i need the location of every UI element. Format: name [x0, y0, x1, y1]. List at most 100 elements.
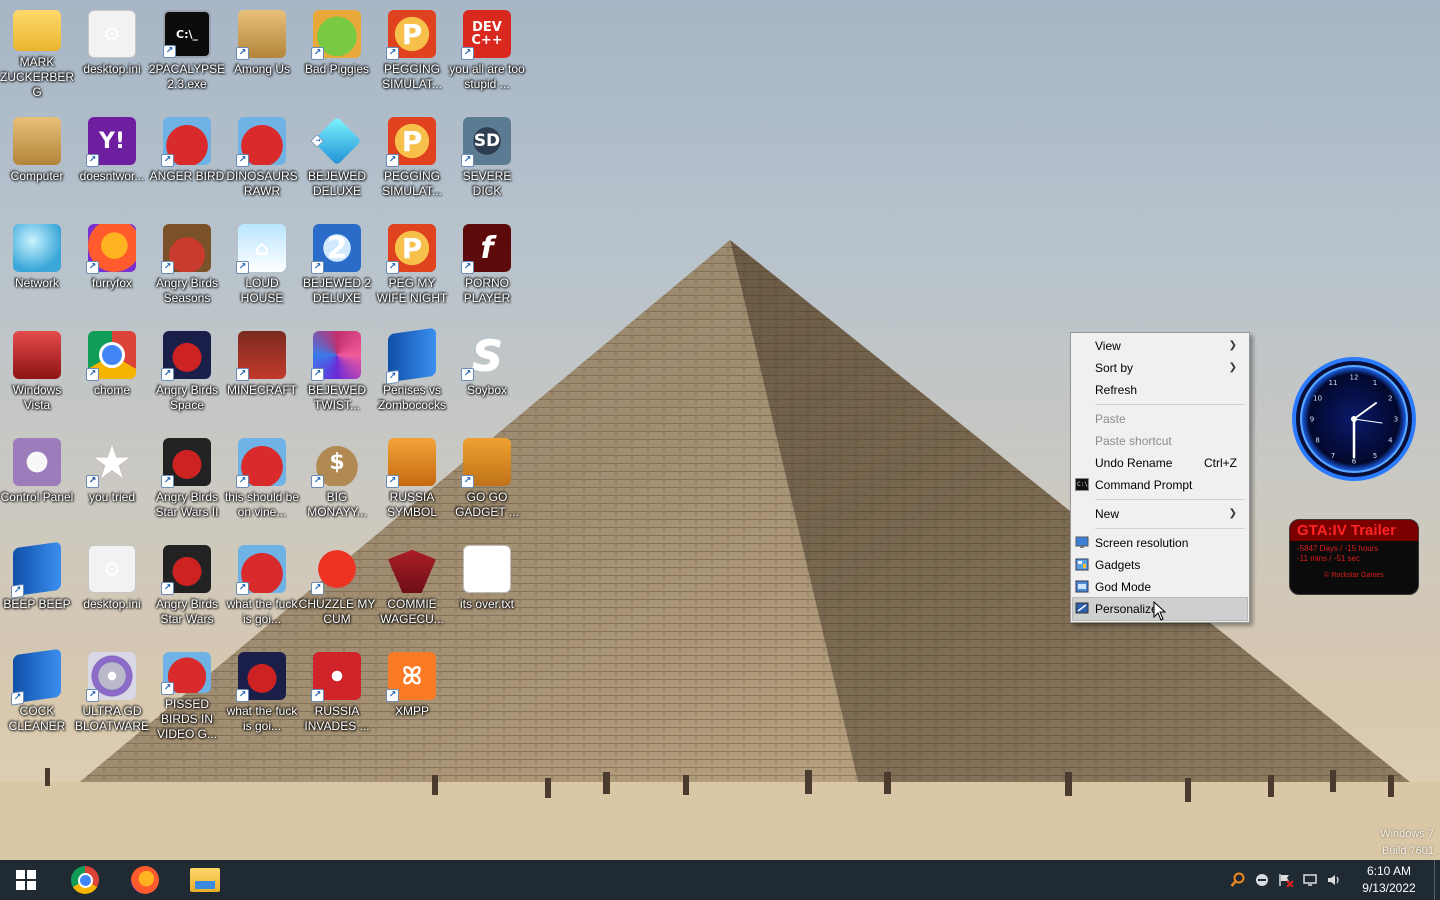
- desktop-icon[interactable]: ↗ MINECRAFT: [224, 325, 300, 421]
- desktop-icon[interactable]: ↗ ULTRA GD BLOATWARE: [74, 646, 150, 742]
- taskbar-chrome-button[interactable]: [58, 860, 112, 900]
- show-desktop-button[interactable]: [1434, 860, 1440, 900]
- taskbar-file-explorer-button[interactable]: [178, 860, 232, 900]
- volume-icon[interactable]: [1322, 860, 1346, 900]
- search-icon[interactable]: [1226, 860, 1250, 900]
- desktop-icon[interactable]: ↗ Angry Birds Star Wars: [149, 539, 225, 635]
- shortcut-arrow-icon: ↗: [310, 134, 324, 148]
- desktop-icon[interactable]: ★ ↗ you tried: [74, 432, 150, 528]
- taskbar-firefox-button[interactable]: [118, 860, 172, 900]
- desktop-icon-label: 2PACALYPSE 2.3.exe: [148, 62, 226, 91]
- desktop-icon-label: MINECRAFT: [227, 383, 297, 397]
- pegging-icon: P ↗: [386, 224, 436, 274]
- desktop-icon-label: Control Panel: [0, 490, 74, 504]
- shortcut-arrow-icon: ↗: [11, 583, 24, 599]
- menu-item-new[interactable]: New ❯: [1073, 503, 1247, 525]
- desktop-icon[interactable]: SD ↗ SEVERE DICK: [449, 111, 525, 207]
- menu-separator: [1095, 499, 1245, 500]
- desktop-icon-label: PISSED BIRDS IN VIDEO G...: [156, 697, 217, 741]
- desktop-icon[interactable]: ↗ BEEP BEEP: [0, 539, 75, 635]
- desktop-icon[interactable]: P ↗ PEGGING SIMULAT...: [374, 111, 450, 207]
- shortcut-arrow-icon: ↗: [311, 582, 324, 595]
- cmd-icon: C:\: [1075, 478, 1089, 491]
- menu-item-gadgets[interactable]: Gadgets: [1073, 554, 1247, 576]
- desktop-icon[interactable]: C:\_ ↗ 2PACALYPSE 2.3.exe: [149, 4, 225, 100]
- desktop-icon[interactable]: ↗ Angry Birds Space: [149, 325, 225, 421]
- desktop-icon[interactable]: ꕤ ↗ XMPP: [374, 646, 450, 742]
- clock-gadget[interactable]: 121234567891011: [1290, 355, 1418, 483]
- gta-countdown-line-1: -5847 Days / -15 hours: [1297, 544, 1379, 553]
- disc-icon: ↗: [86, 652, 136, 702]
- menu-item-sort-by[interactable]: Sort by ❯: [1073, 357, 1247, 379]
- desktop-icon[interactable]: ↗ BEJEWED DELUXE: [299, 111, 375, 207]
- angry-birds-seasons-icon: ↗: [161, 224, 211, 274]
- menu-item-screen-resolution[interactable]: Screen resolution: [1073, 532, 1247, 554]
- menu-item-paste[interactable]: Paste: [1073, 408, 1247, 430]
- desktop-icon[interactable]: f ↗ PORNO PLAYER: [449, 218, 525, 314]
- desktop-icon[interactable]: P ↗ PEGGING SIMULAT...: [374, 4, 450, 100]
- system-tray: 6:10 AM 9/13/2022: [1226, 860, 1440, 900]
- gem-icon: ↗: [310, 116, 362, 166]
- desktop-icon[interactable]: ↗ chome: [74, 325, 150, 421]
- desktop-icon[interactable]: ↗ COMMIE WAGECU...: [374, 539, 450, 635]
- desktop-icon[interactable]: ↗ RUSSIA INVADES ...: [299, 646, 375, 742]
- desktop-icon[interactable]: ↗ Among Us: [224, 4, 300, 100]
- desktop-icon[interactable]: its over.txt: [449, 539, 525, 635]
- desktop-icon[interactable]: ↗ ANGER BIRD: [149, 111, 225, 207]
- desktop-icon[interactable]: ↗ BEJEWED TWIST...: [299, 325, 375, 421]
- gta-countdown-gadget[interactable]: GTA:IV Trailer -5847 Days / -15 hours -1…: [1289, 519, 1419, 595]
- angry-bird-icon: ↗: [236, 438, 286, 488]
- desktop-icon[interactable]: P ↗ PEG MY WIFE NIGHT: [374, 218, 450, 314]
- desktop-icon[interactable]: ⚙ desktop.ini: [74, 4, 150, 100]
- desktop-icon[interactable]: DEV C++ ↗ you all are too stupid ...: [449, 4, 525, 100]
- display-icon[interactable]: [1298, 860, 1322, 900]
- menu-item-undo-rename[interactable]: Undo Rename Ctrl+Z: [1073, 452, 1247, 474]
- desktop-icon[interactable]: S ↗ Soybox: [449, 325, 525, 421]
- desktop-icon[interactable]: ⚙ desktop.ini: [74, 539, 150, 635]
- desktop-icon-label: Angry Birds Seasons: [155, 276, 219, 305]
- firefox-icon: [131, 866, 159, 894]
- desktop-icon[interactable]: Computer: [0, 111, 75, 207]
- desktop-icon[interactable]: ↗ RUSSIA SYMBOL: [374, 432, 450, 528]
- desktop-icon[interactable]: 2 ↗ BEJEWED 2 DELUXE: [299, 218, 375, 314]
- clock-numeral: 6: [1352, 458, 1357, 466]
- action-center-flag-icon[interactable]: [1274, 860, 1298, 900]
- desktop-icon[interactable]: ⌂ ↗ LOUD HOUSE: [224, 218, 300, 314]
- desktop-icon[interactable]: MARK ZUCKERBERG: [0, 4, 75, 100]
- desktop-icon[interactable]: ↗ furryfox: [74, 218, 150, 314]
- desktop-icon[interactable]: ↗ Angry Birds Seasons: [149, 218, 225, 314]
- desktop-icon[interactable]: ↗ what the fuck is goi...: [224, 646, 300, 742]
- clock-numeral: 11: [1329, 379, 1338, 387]
- desktop-icon[interactable]: Windows Vista: [0, 325, 75, 421]
- desktop[interactable]: MARK ZUCKERBERG ⚙ desktop.ini C:\_ ↗ 2PACALYP…: [0, 0, 1440, 860]
- start-button[interactable]: [0, 860, 52, 900]
- shortcut-arrow-icon: ↗: [461, 154, 474, 167]
- menu-item-command-prompt[interactable]: C:\ Command Prompt: [1073, 474, 1247, 496]
- desktop-icon-label: RUSSIA SYMBOL: [386, 490, 437, 519]
- desktop-icon[interactable]: ↗ this should be on vine...: [224, 432, 300, 528]
- menu-item-view[interactable]: View ❯: [1073, 335, 1247, 357]
- desktop-icon[interactable]: ↗ DINOSAURS RAWR: [224, 111, 300, 207]
- network-globe-icon[interactable]: [1250, 860, 1274, 900]
- desktop-icon[interactable]: ↗ COCK CLEANER: [0, 646, 75, 742]
- desktop-icon[interactable]: $ ↗ BIG MONAYY...: [299, 432, 375, 528]
- menu-item-paste-shortcut[interactable]: Paste shortcut: [1073, 430, 1247, 452]
- desktop-icon[interactable]: Control Panel: [0, 432, 75, 528]
- desktop-icon[interactable]: Y! ↗ doesntwor...: [74, 111, 150, 207]
- desktop-icon[interactable]: ↗ PISSED BIRDS IN VIDEO G...: [149, 646, 225, 742]
- firefox-icon: ↗: [86, 224, 136, 274]
- menu-item-god-mode[interactable]: God Mode: [1073, 576, 1247, 598]
- desktop-icon[interactable]: ↗ what the fuck is goi...: [224, 539, 300, 635]
- taskbar-clock[interactable]: 6:10 AM 9/13/2022: [1350, 863, 1428, 897]
- network-icon: [13, 224, 61, 272]
- gta-gadget-title: GTA:IV Trailer: [1290, 520, 1418, 541]
- desktop-icon[interactable]: Network: [0, 218, 75, 314]
- desktop-icon[interactable]: ↗ Angry Birds Star Wars II: [149, 432, 225, 528]
- menu-item-refresh[interactable]: Refresh: [1073, 379, 1247, 401]
- desktop-icon[interactable]: ↗ GO GO GADGET ...: [449, 432, 525, 528]
- angry-bird-icon: ↗: [161, 117, 211, 167]
- desktop-icon[interactable]: ↗ Penises vs Zombococks: [374, 325, 450, 421]
- screen-resolution-icon: [1075, 536, 1089, 548]
- desktop-icon[interactable]: ↗ Bad Piggies: [299, 4, 375, 100]
- desktop-icon[interactable]: ↗ CHUZZLE MY CUM: [299, 539, 375, 635]
